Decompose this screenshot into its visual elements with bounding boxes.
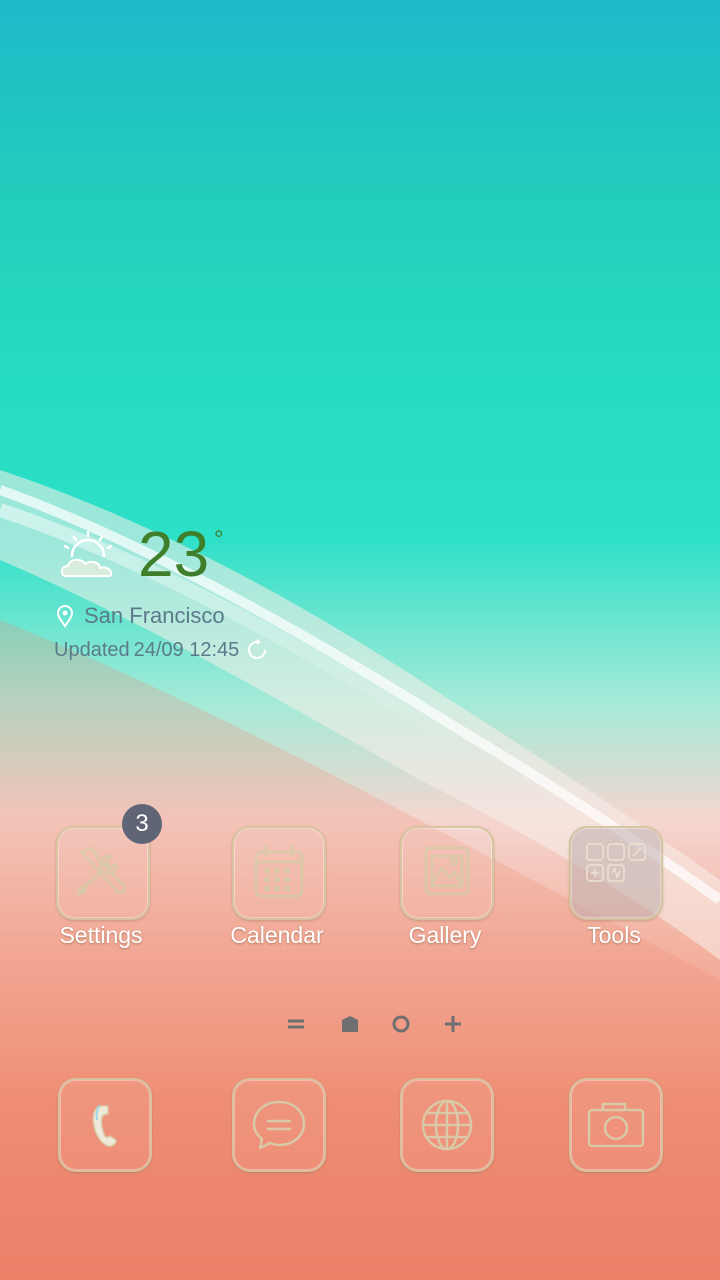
app-settings[interactable]: Settings bbox=[56, 826, 156, 966]
app-gallery[interactable]: Gallery bbox=[400, 826, 500, 966]
weather-widget[interactable]: 23 ° San Francisco Updated 24/09 12:45 bbox=[54, 518, 354, 670]
updated-label: Updated bbox=[54, 638, 130, 661]
dock-phone[interactable] bbox=[58, 1078, 158, 1218]
app-tools-folder[interactable]: Tools bbox=[569, 826, 669, 966]
tools-folder-icon bbox=[569, 826, 663, 920]
notification-badge: 3 bbox=[122, 804, 162, 844]
calendar-icon bbox=[232, 826, 326, 920]
refresh-icon[interactable] bbox=[245, 638, 269, 662]
app-label: Calendar bbox=[230, 922, 324, 948]
apps-list-icon[interactable] bbox=[284, 1012, 308, 1036]
page-dot[interactable] bbox=[389, 1012, 413, 1036]
updated-row: Updated 24/09 12:45 bbox=[54, 638, 269, 662]
app-calendar[interactable]: Calendar bbox=[230, 826, 332, 966]
location-name: San Francisco bbox=[84, 603, 225, 628]
gallery-icon bbox=[400, 826, 494, 920]
camera-icon bbox=[569, 1078, 663, 1172]
location-row: San Francisco bbox=[54, 602, 225, 630]
partly-sunny-icon bbox=[60, 530, 113, 577]
internet-icon bbox=[400, 1078, 494, 1172]
updated-time: 24/09 12:45 bbox=[133, 638, 240, 661]
degree-symbol: ° bbox=[214, 526, 224, 553]
app-label: Settings bbox=[59, 922, 143, 948]
app-label: Gallery bbox=[408, 922, 482, 948]
dock-internet[interactable] bbox=[400, 1078, 500, 1218]
home-page-dot[interactable] bbox=[338, 1012, 362, 1036]
phone-icon bbox=[58, 1078, 152, 1172]
dock-messages[interactable] bbox=[232, 1078, 332, 1218]
app-label: Tools bbox=[587, 922, 641, 948]
dock-camera[interactable] bbox=[569, 1078, 669, 1218]
add-page-icon[interactable] bbox=[441, 1012, 465, 1036]
messages-icon bbox=[232, 1078, 326, 1172]
temperature: 23 bbox=[138, 518, 210, 590]
location-pin-icon bbox=[56, 605, 74, 628]
